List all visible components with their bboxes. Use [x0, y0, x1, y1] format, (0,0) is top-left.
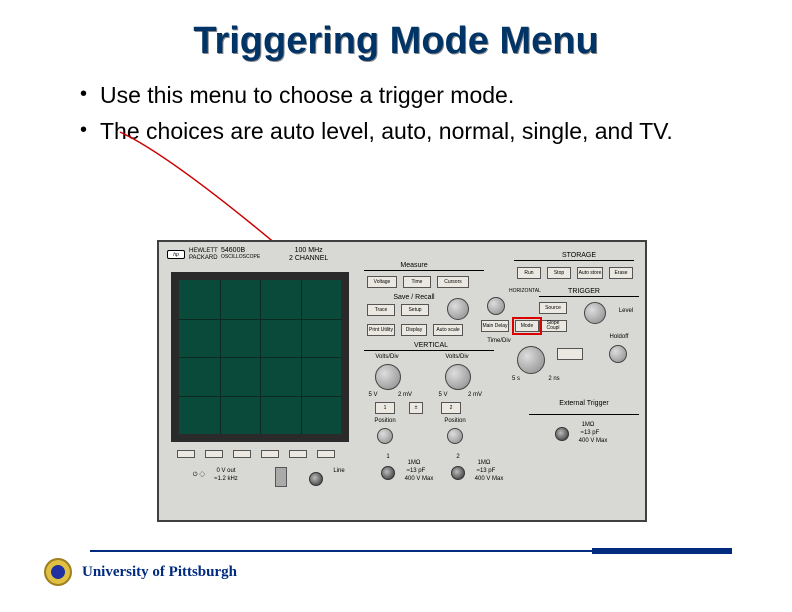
bullet-2: The choices are auto level, auto, normal…	[100, 117, 732, 147]
vertical-label: VERTICAL	[401, 342, 461, 349]
external-trigger-label: External Trigger	[549, 400, 619, 407]
university-name: University of Pittsburgh	[82, 564, 237, 581]
timediv-label: Time/Div	[479, 338, 519, 344]
ch1-bnc[interactable]	[381, 466, 395, 480]
display-button[interactable]: Display	[401, 324, 427, 336]
ch1-pos-knob[interactable]	[377, 428, 393, 444]
timediv-knob[interactable]	[517, 346, 545, 374]
ch2-volts-knob[interactable]	[445, 364, 471, 390]
ch2-button[interactable]: 2	[441, 402, 461, 414]
maindelay-button[interactable]: Main Delay	[481, 320, 509, 332]
mode-highlight	[512, 317, 542, 335]
stop-button[interactable]: Stop	[547, 267, 571, 279]
crt-screen	[171, 272, 349, 442]
holdoff-knob[interactable]	[609, 345, 627, 363]
autostore-button[interactable]: Auto store	[577, 267, 603, 279]
softkey-4[interactable]	[261, 450, 279, 458]
run-button[interactable]: Run	[517, 267, 541, 279]
ch2-pos-knob[interactable]	[447, 428, 463, 444]
source-button[interactable]: Source	[539, 302, 567, 314]
softkey-6[interactable]	[317, 450, 335, 458]
ch1-button[interactable]: 1	[375, 402, 395, 414]
holdoff-label: Holdoff	[601, 334, 637, 340]
ext-trig-bnc[interactable]	[555, 427, 569, 441]
slide-title: Triggering Mode Menu	[0, 0, 792, 63]
trigger-label: TRIGGER	[554, 288, 614, 295]
footer: University of Pittsburgh	[44, 558, 237, 586]
erase-button[interactable]: Erase	[609, 267, 633, 279]
softkey-5[interactable]	[289, 450, 307, 458]
print-button[interactable]: Print Utility	[367, 324, 395, 336]
bullet-1: Use this menu to choose a trigger mode.	[100, 81, 732, 111]
autoscale-button[interactable]: Auto scale	[433, 324, 463, 336]
level-knob[interactable]	[584, 302, 606, 324]
softkey-2[interactable]	[205, 450, 223, 458]
pitt-logo-icon	[44, 558, 72, 586]
saverecall-knob[interactable]	[447, 298, 469, 320]
measure-label: Measure	[384, 262, 444, 269]
slope-button[interactable]: Slope Coupl	[539, 320, 567, 332]
horizontal-label: HORIZONTAL	[509, 288, 533, 294]
voltage-button[interactable]: Voltage	[367, 276, 397, 288]
cursors-button[interactable]: Cursors	[437, 276, 469, 288]
main-range-button[interactable]	[557, 348, 583, 360]
trace-button[interactable]: Trace	[367, 304, 395, 316]
bullet-list: Use this menu to choose a trigger mode. …	[0, 63, 792, 147]
time-button[interactable]: Time	[403, 276, 431, 288]
ch2-bnc[interactable]	[451, 466, 465, 480]
softkey-1[interactable]	[177, 450, 195, 458]
oscilloscope-panel: hp HEWLETT PACKARD 54600B OSCILLOSCOPE 1…	[157, 240, 647, 522]
model-number: 54600B OSCILLOSCOPE	[221, 247, 260, 260]
level-label: Level	[614, 308, 638, 314]
pm-button[interactable]: ±	[409, 402, 423, 414]
delay-knob[interactable]	[487, 297, 505, 315]
softkey-3[interactable]	[233, 450, 251, 458]
footer-rule	[90, 550, 732, 554]
saverecall-label: Save / Recall	[374, 294, 454, 301]
power-switch[interactable]	[275, 467, 287, 487]
ch1-volts-knob[interactable]	[375, 364, 401, 390]
setup-button[interactable]: Setup	[401, 304, 429, 316]
brand-text: HEWLETT PACKARD	[189, 248, 218, 261]
probe-comp-bnc[interactable]	[309, 472, 323, 486]
storage-label: STORAGE	[539, 252, 619, 259]
hp-logo: hp	[167, 250, 185, 259]
spec-text: 100 MHz 2 CHANNEL	[289, 247, 328, 262]
